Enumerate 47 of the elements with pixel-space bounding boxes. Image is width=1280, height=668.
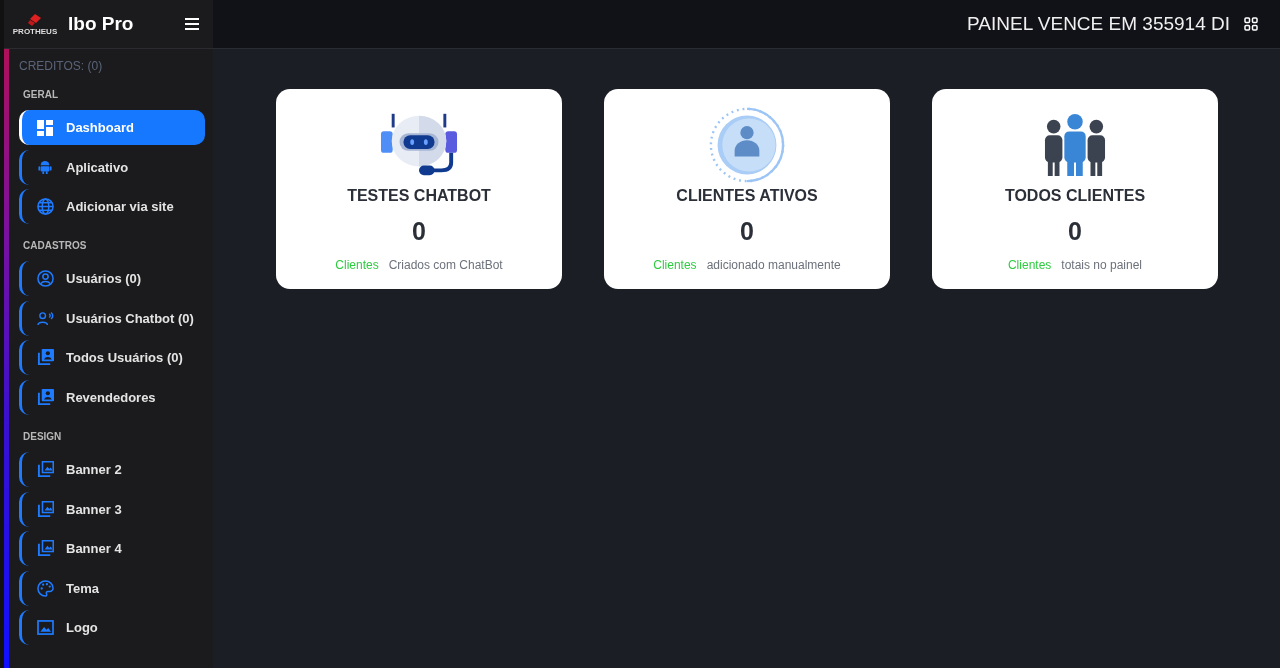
dashboard-icon [37,119,53,136]
card-title: CLIENTES ATIVOS [676,187,818,205]
sidebar-item[interactable]: Tema [19,570,205,606]
palette-icon [36,579,54,597]
sidebar-item[interactable]: Revendedores [19,379,205,415]
card-value: 0 [740,217,754,246]
card-note: totais no painel [1061,258,1143,272]
user-circle-icon [36,270,54,288]
user-avatar-icon [709,107,785,183]
card-value: 0 [412,217,426,246]
card-title: TODOS CLIENTES [1004,187,1146,205]
brand-name: Ibo Pro [68,13,135,35]
section-heading: CADASTROS [23,240,88,252]
sidebar-item[interactable]: Aplicativo [19,149,205,185]
contacts-icon [36,388,54,406]
sidebar-item[interactable]: Banner 2 [19,451,205,487]
card-title: TESTES CHATBOT [347,187,491,205]
sidebar-item[interactable]: Usuários Chatbot (0) [19,300,205,336]
credits-label: CREDITOS: (0) [19,59,104,73]
card-value: 0 [1068,217,1082,246]
sidebar-item[interactable]: Banner 4 [19,531,205,567]
sidebar-item[interactable]: Logo [19,610,205,646]
logo-icon [27,12,43,27]
android-icon [38,159,52,176]
card-tag: Clientes [1007,258,1052,272]
image-icon [36,620,54,636]
menu-icon[interactable] [185,18,199,30]
expiry-notice: PAINEL VENCE EM 355914 DI [967,13,1230,35]
card-tag: Clientes [653,258,697,272]
sidebar-item[interactable]: Todos Usuários (0) [19,340,205,376]
sidebar-item[interactable]: Adicionar via site [19,189,205,225]
card-tag: Clientes [335,258,379,272]
sidebar-item[interactable]: Banner 3 [19,491,205,527]
section-heading: DESIGN [23,430,63,442]
globe-icon [36,198,54,216]
sidebar-item[interactable]: Usuários (0) [19,261,205,297]
user-voice-icon [36,310,54,326]
contacts-icon [36,349,54,367]
card-note: adicionado manualmente [706,258,841,272]
sidebar-item[interactable]: Dashboard [19,110,205,145]
section-heading: GERAL [23,89,59,100]
images-icon [36,460,54,478]
logo-text: PROTHEUS [12,26,58,36]
images-icon [36,540,54,558]
images-icon [36,500,54,518]
card-note: Criados com ChatBot [388,258,503,272]
apps-grid-icon[interactable] [1244,17,1258,31]
